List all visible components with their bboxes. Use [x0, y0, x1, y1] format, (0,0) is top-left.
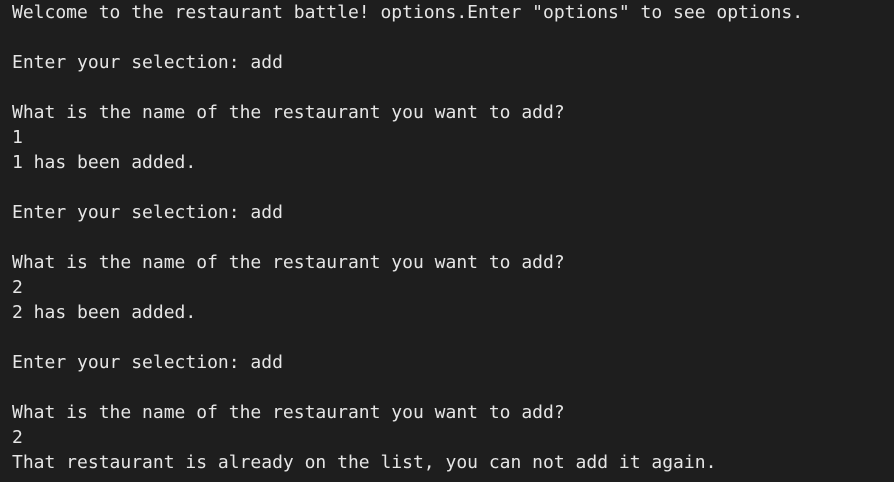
terminal-line: 2 has been added.	[12, 302, 197, 323]
terminal-line: 2	[12, 277, 23, 298]
terminal-line: That restaurant is already on the list, …	[12, 452, 717, 473]
terminal-line: What is the name of the restaurant you w…	[12, 402, 565, 423]
terminal-line: Enter your selection: add	[12, 202, 283, 223]
terminal-line: Enter your selection: add	[12, 352, 283, 373]
terminal-line: Enter your selection: add	[12, 52, 283, 73]
terminal-line: 2	[12, 427, 23, 448]
terminal-line: What is the name of the restaurant you w…	[12, 252, 565, 273]
terminal-output[interactable]: Welcome to the restaurant battle! option…	[0, 0, 894, 482]
terminal-line: 1	[12, 127, 23, 148]
terminal-line: 1 has been added.	[12, 152, 197, 173]
terminal-line: Welcome to the restaurant battle! option…	[12, 2, 804, 23]
terminal-line: What is the name of the restaurant you w…	[12, 102, 565, 123]
